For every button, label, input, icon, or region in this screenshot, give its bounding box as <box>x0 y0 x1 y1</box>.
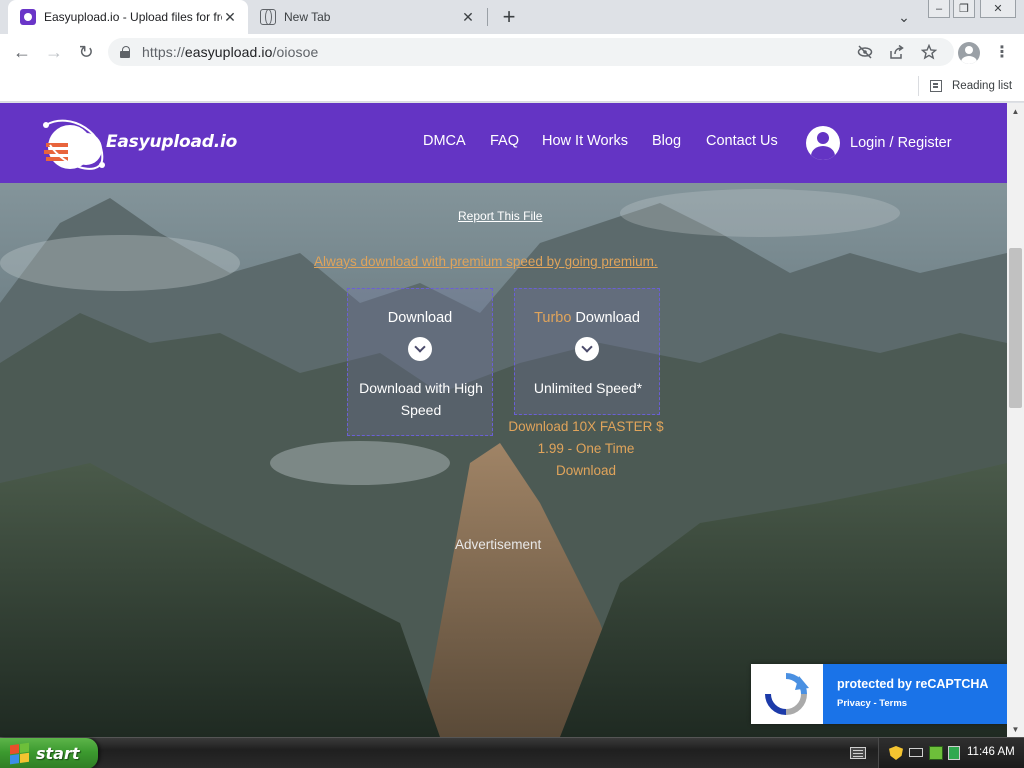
lock-icon[interactable] <box>120 46 130 58</box>
site-header: Easyupload.io DMCA FAQ How It Works Blog… <box>0 103 1007 183</box>
reload-button[interactable]: ↻ <box>73 39 99 65</box>
site-logo[interactable]: Easyupload.io <box>40 115 237 173</box>
recaptcha-prefix: protected by <box>837 677 916 691</box>
keyboard-icon[interactable] <box>850 747 866 759</box>
recaptcha-protected-text: protected by reCAPTCHA <box>837 677 988 691</box>
download-turbo-subtitle: Unlimited Speed* <box>533 380 643 396</box>
nav-link-dmca[interactable]: DMCA <box>423 133 466 153</box>
tab-new-tab[interactable]: New Tab ✕ <box>250 0 486 34</box>
bookmarks-separator <box>918 76 919 96</box>
reading-list-label: Reading list <box>952 80 1013 92</box>
go-premium-link[interactable]: Always download with premium speed by go… <box>314 254 658 269</box>
new-tab-button[interactable]: + <box>496 4 522 30</box>
tab-easyupload[interactable]: Easyupload.io - Upload files for free ✕ <box>8 0 248 34</box>
tab-title: Easyupload.io - Upload files for free <box>44 10 222 24</box>
download-free-subtitle: Download with High Speed <box>359 380 483 418</box>
download-turbo-title: Turbo Download <box>515 310 659 326</box>
tab-separator <box>487 8 488 26</box>
minimize-button[interactable]: – <box>928 0 950 18</box>
close-tab-icon[interactable]: ✕ <box>222 9 238 25</box>
browser-menu-icon[interactable]: ⋮ <box>992 42 1012 62</box>
close-tab-icon[interactable]: ✕ <box>460 9 476 25</box>
address-bar[interactable]: https://easyupload.io/oiosoe <box>108 38 954 66</box>
back-button[interactable]: ← <box>9 39 35 65</box>
windows-taskbar: start 11:46 AM <box>0 737 1024 768</box>
taskbar-clock[interactable]: 11:46 AM <box>967 746 1015 758</box>
turbo-title-rest: Download <box>571 310 640 326</box>
advertisement-label: Advertisement <box>455 537 542 552</box>
brand-name: Easyupload.io <box>106 132 238 152</box>
recaptcha-privacy-terms-links[interactable]: Privacy - Terms <box>837 698 907 709</box>
network-icon[interactable] <box>909 748 923 757</box>
nav-link-blog[interactable]: Blog <box>652 133 681 153</box>
turbo-accent: Turbo <box>534 310 572 326</box>
network-activity-icon[interactable] <box>929 746 943 760</box>
download-free-button[interactable]: Download Download with High Speed <box>347 288 493 436</box>
reading-list-button[interactable]: Reading list <box>930 76 1012 96</box>
eye-slash-icon[interactable] <box>856 44 874 60</box>
tab-search-icon[interactable]: ⌄ <box>893 7 915 27</box>
reading-list-icon <box>930 80 942 92</box>
scrollbar-thumb[interactable] <box>1009 248 1022 408</box>
user-avatar-icon <box>806 126 840 160</box>
chevron-down-icon <box>408 337 432 361</box>
globe-icon <box>260 9 276 25</box>
recaptcha-logo-icon <box>765 673 809 715</box>
tray-app-icon[interactable] <box>948 746 960 760</box>
tab-title: New Tab <box>284 10 331 24</box>
url-host: easyupload.io <box>184 44 273 60</box>
page-scrollbar[interactable]: ▲ ▼ <box>1007 103 1024 737</box>
url-text[interactable]: https://easyupload.io/oiosoe <box>142 44 318 60</box>
chevron-down-icon <box>575 337 599 361</box>
nav-link-contact-us[interactable]: Contact Us <box>706 133 778 153</box>
share-icon[interactable] <box>888 44 906 60</box>
start-button[interactable]: start <box>0 738 98 768</box>
security-shield-icon[interactable] <box>889 746 903 760</box>
recaptcha-brand: reCAPTCHA <box>915 677 989 691</box>
recaptcha-panel: protected by reCAPTCHA Privacy - Terms <box>823 664 1007 724</box>
star-icon[interactable] <box>920 44 938 60</box>
easyupload-favicon-icon <box>20 9 36 25</box>
cloud-logo-icon <box>43 119 105 170</box>
login-register-label: Login / Register <box>850 135 952 151</box>
url-path: /oiosoe <box>272 44 319 60</box>
profile-avatar-icon[interactable] <box>958 42 980 64</box>
download-free-title: Download <box>387 310 453 326</box>
start-label: start <box>36 744 80 763</box>
url-scheme: https:// <box>142 44 185 60</box>
windows-logo-icon <box>10 742 30 765</box>
report-file-link[interactable]: Report This File <box>458 209 542 223</box>
page-viewport: Easyupload.io DMCA FAQ How It Works Blog… <box>0 103 1007 737</box>
close-window-button[interactable]: ✕ <box>980 0 1016 18</box>
scroll-down-arrow-icon[interactable]: ▼ <box>1007 721 1024 737</box>
maximize-button[interactable]: ❐ <box>953 0 975 18</box>
nav-link-faq[interactable]: FAQ <box>490 133 519 153</box>
turbo-price-note: Download 10X FASTER $ 1.99 - One Time Do… <box>508 419 664 478</box>
browser-toolbar: ← → ↻ https://easyupload.io/oiosoe ⋮ <box>0 34 1024 70</box>
bookmarks-bar: Reading list <box>0 70 1024 102</box>
tab-strip: Easyupload.io - Upload files for free ✕ … <box>0 0 1024 34</box>
login-register-button[interactable]: Login / Register <box>806 125 952 161</box>
mountain-background-image <box>0 103 1007 737</box>
download-turbo-button[interactable]: Turbo Download Unlimited Speed* <box>514 288 660 415</box>
nav-link-how-it-works[interactable]: How It Works <box>542 133 628 153</box>
forward-button[interactable]: → <box>41 39 67 65</box>
scroll-up-arrow-icon[interactable]: ▲ <box>1007 103 1024 119</box>
recaptcha-badge[interactable]: protected by reCAPTCHA Privacy - Terms <box>751 664 1007 724</box>
system-tray: 11:46 AM <box>878 738 1024 768</box>
